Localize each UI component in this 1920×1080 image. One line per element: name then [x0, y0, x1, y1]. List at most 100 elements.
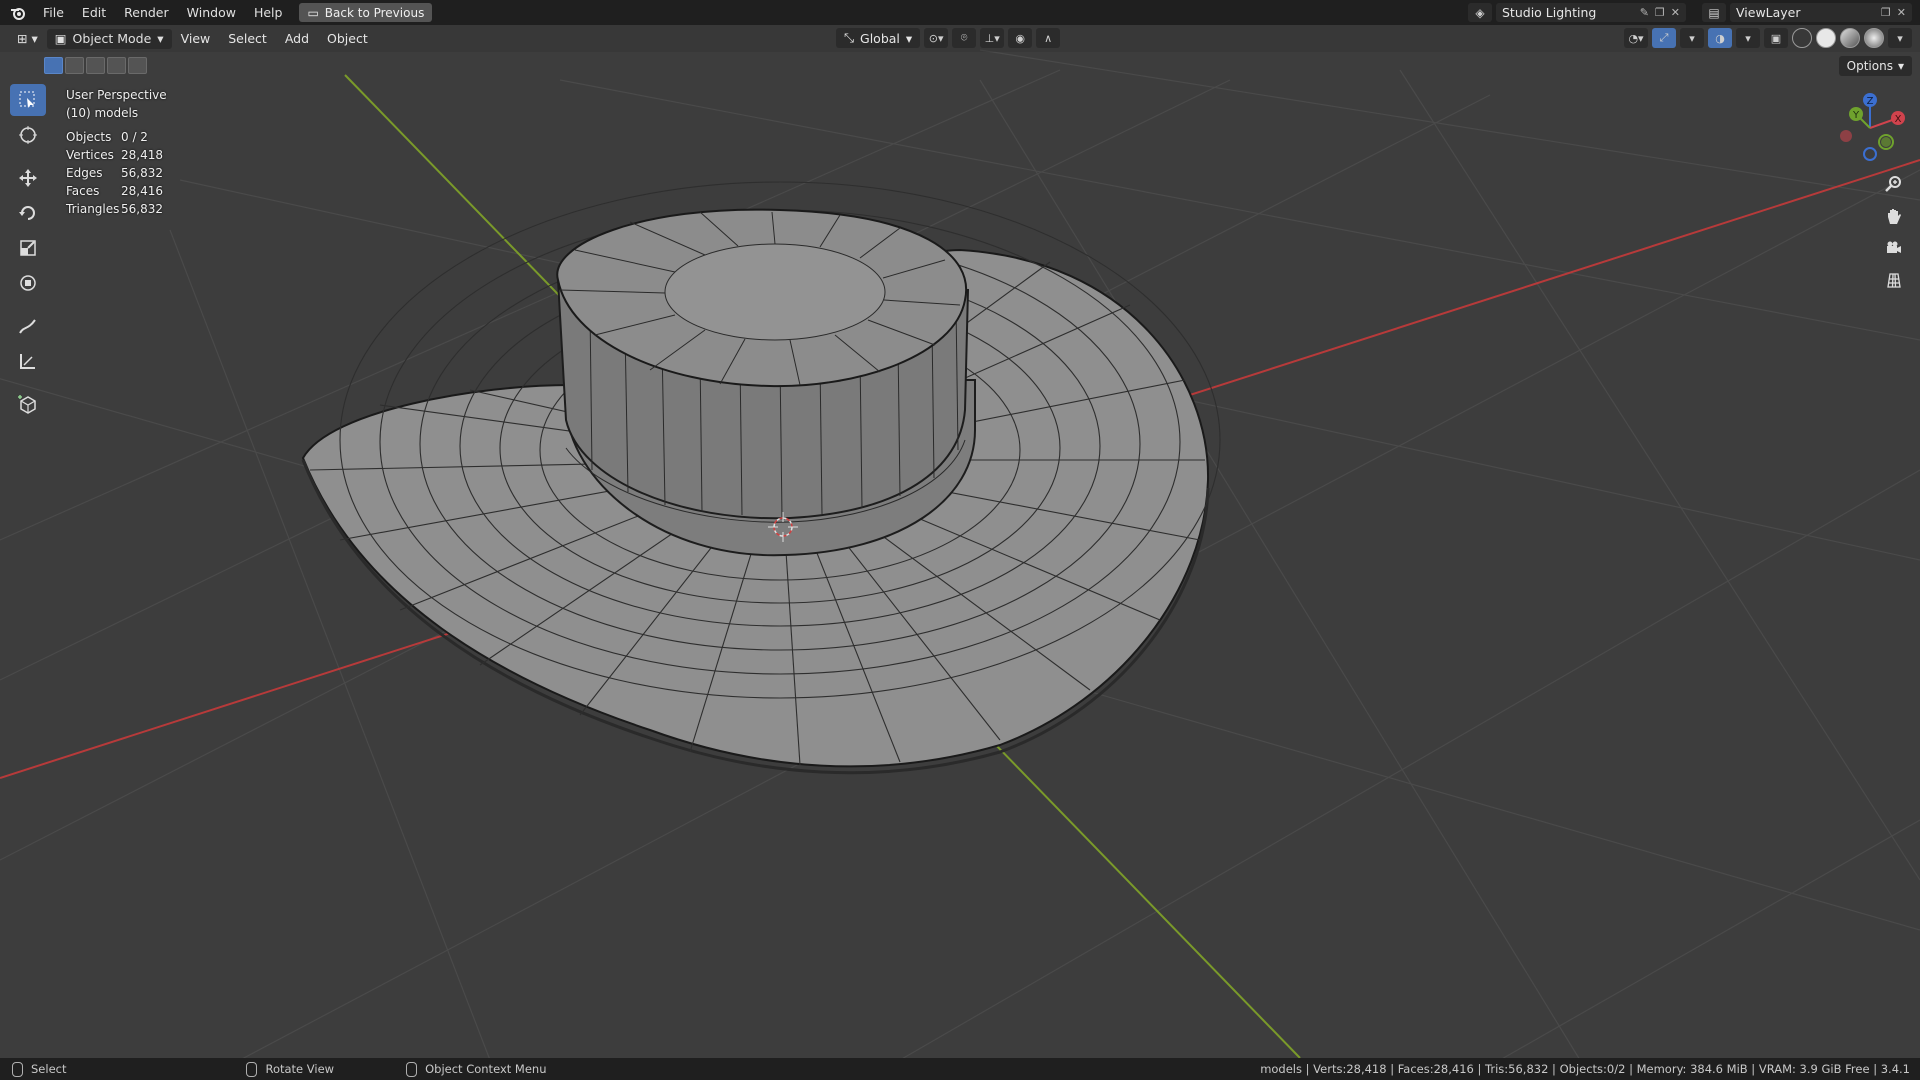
transform-tools: ⤡ Global ▾ ⊙▾ ⌾ ⊥▾ ◉ ∧ [836, 28, 1061, 48]
navigation-gizmo[interactable]: Z X Y [1838, 88, 1908, 166]
proportional-edit-icon[interactable]: ◉ [1008, 28, 1033, 48]
select-invert-icon[interactable] [107, 57, 126, 74]
back-to-previous-button[interactable]: ▭ Back to Previous [299, 3, 433, 22]
neg-x-axis-icon [1840, 130, 1852, 142]
copy-icon[interactable]: ❐ [1655, 6, 1665, 19]
close-layer-icon[interactable]: ✕ [1897, 6, 1906, 19]
select-intersect-icon[interactable] [128, 57, 147, 74]
z-axis-label: Z [1867, 96, 1874, 107]
rotate-tool-icon[interactable] [10, 197, 46, 229]
back-to-previous-label: Back to Previous [324, 5, 425, 20]
hint-rotate: Rotate View [246, 1061, 335, 1077]
stat-value: 0 / 2 [121, 130, 148, 144]
menu-view[interactable]: View [172, 29, 220, 49]
chevron-down-icon: ▾ [1897, 59, 1904, 73]
stat-value: 28,418 [121, 148, 163, 162]
scene-status-info: models | Verts:28,418 | Faces:28,416 | T… [1260, 1062, 1910, 1076]
blender-logo-icon[interactable] [8, 3, 28, 23]
scene-statistics: Objects 0 / 2 Vertices 28,418 Edges 56,832 … [66, 128, 167, 218]
select-new-icon[interactable] [44, 57, 63, 74]
material-shading-icon[interactable] [1840, 28, 1860, 48]
select-box-tool-icon[interactable] [10, 84, 46, 116]
measure-tool-icon[interactable] [10, 345, 46, 377]
menu-add[interactable]: Add [276, 29, 318, 49]
chevron-down-icon: ▾ [905, 30, 913, 46]
scene-name: Studio Lighting [1502, 5, 1597, 20]
falloff-icon[interactable]: ∧ [1036, 28, 1061, 48]
selection-mode-buttons [44, 57, 147, 74]
copy-layer-icon[interactable]: ❐ [1881, 6, 1891, 19]
snap-target-icon[interactable]: ⊥▾ [980, 28, 1005, 48]
gizmo-toggle-icon[interactable]: ⤢ [1652, 28, 1676, 48]
select-subtract-icon[interactable] [86, 57, 105, 74]
collection-name: (10) models [66, 106, 139, 120]
stat-row: Edges 56,832 [66, 164, 167, 182]
overlays-dropdown-icon[interactable]: ▾ [1736, 28, 1760, 48]
mode-label: Object Mode [72, 31, 152, 46]
orientation-icon: ⤡ [844, 30, 855, 45]
scale-tool-icon[interactable] [10, 232, 46, 264]
view-layer-selector[interactable]: ViewLayer ❐ ✕ [1730, 3, 1912, 22]
pin-icon[interactable]: ✎ [1640, 6, 1649, 19]
stat-label: Vertices [66, 148, 114, 162]
view-layer-icon[interactable]: ▤ [1702, 3, 1726, 22]
solid-shading-icon[interactable] [1816, 28, 1836, 48]
visibility-icon[interactable]: ◔▾ [1624, 28, 1648, 48]
stat-value: 56,832 [121, 202, 163, 216]
cursor-tool-icon[interactable] [10, 119, 46, 151]
viewport-header: ⊞ ▾ ▣ Object Mode ▾ View Select Add Obje… [0, 25, 1920, 52]
menu-render[interactable]: Render [115, 0, 178, 25]
top-right-controls: ◈ Studio Lighting ✎ ❐ ✕ ▤ ViewLayer ❐ ✕ [1468, 0, 1920, 25]
top-menu-bar: File Edit Render Window Help ▭ Back to P… [0, 0, 1920, 25]
camera-icon[interactable] [1882, 236, 1906, 260]
x-axis-label: X [1895, 114, 1902, 125]
pivot-icon[interactable]: ⊙▾ [924, 28, 949, 48]
menu-object[interactable]: Object [318, 29, 377, 49]
rendered-shading-icon[interactable] [1864, 28, 1884, 48]
menu-select[interactable]: Select [219, 29, 276, 49]
scene-selector[interactable]: Studio Lighting ✎ ❐ ✕ [1496, 3, 1686, 22]
select-extend-icon[interactable] [65, 57, 84, 74]
chevron-down-icon: ▾ [157, 31, 164, 46]
options-dropdown[interactable]: Options ▾ [1838, 56, 1912, 76]
viewport-info-overlay: User Perspective (10) models Objects 0 / … [66, 86, 167, 218]
stat-row: Faces 28,416 [66, 182, 167, 200]
status-bar: Select Rotate View Object Context Menu m… [0, 1058, 1920, 1080]
neg-z-axis-icon [1863, 147, 1877, 161]
wireframe-shading-icon[interactable] [1792, 28, 1812, 48]
screen-icon: ▭ [307, 5, 319, 20]
add-cube-tool-icon[interactable] [10, 388, 46, 420]
stat-label: Triangles [66, 202, 120, 216]
zoom-icon[interactable] [1882, 172, 1906, 196]
tool-shelf [8, 84, 48, 423]
menu-help[interactable]: Help [245, 0, 292, 25]
y-axis-label: Y [1852, 110, 1860, 121]
hint-label: Select [31, 1062, 67, 1076]
snap-icon[interactable]: ⌾ [952, 28, 977, 48]
hint-select: Select [12, 1061, 67, 1077]
menu-edit[interactable]: Edit [73, 0, 115, 25]
move-tool-icon[interactable] [10, 162, 46, 194]
gizmo-dropdown-icon[interactable]: ▾ [1680, 28, 1704, 48]
orientation-dropdown[interactable]: ⤡ Global ▾ [836, 28, 921, 48]
scene-icon[interactable]: ◈ [1468, 3, 1492, 22]
viewport-scene[interactable] [0, 0, 1920, 1080]
xray-icon[interactable]: ▣ [1764, 28, 1788, 48]
editor-type-button[interactable]: ⊞ ▾ [12, 29, 43, 49]
transform-tool-icon[interactable] [10, 267, 46, 299]
overlays-icon[interactable]: ◑ [1708, 28, 1732, 48]
mode-dropdown[interactable]: ▣ Object Mode ▾ [46, 28, 172, 49]
shading-dropdown-icon[interactable]: ▾ [1888, 28, 1912, 48]
hint-label: Object Context Menu [425, 1062, 547, 1076]
stat-row: Vertices 28,418 [66, 146, 167, 164]
grid-toggle-icon[interactable] [1882, 268, 1906, 292]
annotate-tool-icon[interactable] [10, 310, 46, 342]
options-label: Options [1846, 59, 1893, 73]
close-icon[interactable]: ✕ [1671, 6, 1680, 19]
stat-value: 28,416 [121, 184, 163, 198]
hint-label: Rotate View [265, 1062, 335, 1076]
pan-hand-icon[interactable] [1882, 204, 1906, 228]
menu-file[interactable]: File [34, 0, 73, 25]
menu-window[interactable]: Window [178, 0, 245, 25]
viewport-display-tools: ◔▾ ⤢ ▾ ◑ ▾ ▣ ▾ [1624, 28, 1912, 48]
